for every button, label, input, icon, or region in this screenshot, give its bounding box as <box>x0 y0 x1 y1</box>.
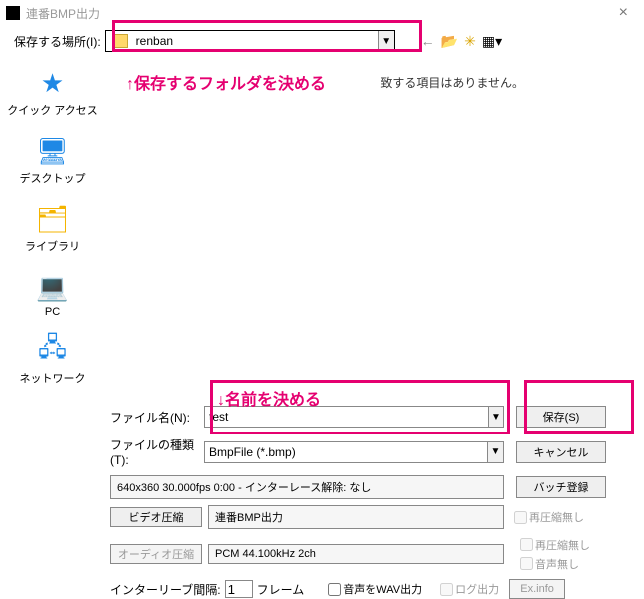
empty-message: 致する項目はありません。 <box>380 74 524 91</box>
save-location-label: 保存する場所(I): <box>14 33 101 50</box>
wav-output-check[interactable]: 音声をWAV出力 <box>324 580 422 599</box>
pc-icon: 💻 <box>35 272 71 302</box>
cancel-button[interactable]: キャンセル <box>516 441 606 463</box>
sidebar-item-desktop[interactable]: 🖥 デスクトップ <box>0 136 105 186</box>
back-icon[interactable]: ← <box>421 33 435 49</box>
window-title: 連番BMP出力 <box>26 5 609 22</box>
audio-codec-value: PCM 44.100kHz 2ch <box>208 544 504 564</box>
filename-dropdown[interactable]: ▼ <box>488 407 503 427</box>
annotation-name-hint: ↓名前を決める <box>217 386 321 410</box>
audio-compress-button: オーディオ圧縮 <box>110 544 202 564</box>
interleave-input[interactable] <box>225 580 253 598</box>
sidebar-item-quickaccess[interactable]: ★ クイック アクセス <box>0 68 105 118</box>
batch-button[interactable]: バッチ登録 <box>516 476 606 498</box>
up-folder-icon[interactable]: 📂 <box>441 33 458 50</box>
status-info: 640x360 30.000fps 0:00 - インターレース解除: なし <box>110 475 504 499</box>
filename-input[interactable] <box>205 410 488 424</box>
network-icon: 🖧 <box>35 336 71 366</box>
libraries-icon: 🗂 <box>35 204 71 234</box>
app-icon <box>6 6 20 20</box>
no-recompress-video-check[interactable]: 再圧縮無し <box>510 508 584 527</box>
filetype-dropdown[interactable]: ▼ <box>487 442 503 462</box>
video-compress-button[interactable]: ビデオ圧縮 <box>110 507 202 527</box>
folder-combo[interactable]: renban ▼ <box>105 30 395 52</box>
filetype-value: BmpFile (*.bmp) <box>205 445 487 459</box>
interleave-frame: フレーム <box>257 581 305 598</box>
desktop-icon: 🖥 <box>35 136 71 166</box>
no-audio-check[interactable]: 音声無し <box>516 554 590 573</box>
sidebar-item-libraries[interactable]: 🗂 ライブラリ <box>0 204 105 254</box>
places-sidebar: ★ クイック アクセス 🖥 デスクトップ 🗂 ライブラリ 💻 PC 🖧 ネットワ… <box>0 56 105 392</box>
filename-label: ファイル名(N): <box>110 409 204 426</box>
sidebar-item-network[interactable]: 🖧 ネットワーク <box>0 336 105 386</box>
star-icon: ★ <box>35 68 71 98</box>
folder-combo-text: renban <box>134 34 378 48</box>
video-codec-value: 連番BMP出力 <box>208 505 504 529</box>
log-output-check[interactable]: ログ出力 <box>436 580 499 599</box>
view-menu-icon[interactable]: ▦▾ <box>482 33 502 50</box>
filetype-label: ファイルの種類(T): <box>110 436 204 467</box>
no-recompress-audio-check[interactable]: 再圧縮無し <box>516 535 590 554</box>
interleave-label: インターリーブ間隔: <box>110 581 221 598</box>
close-button[interactable]: × <box>609 4 638 22</box>
exinfo-button: Ex.info <box>509 579 565 599</box>
save-button[interactable]: 保存(S) <box>516 406 606 428</box>
sidebar-item-pc[interactable]: 💻 PC <box>0 272 105 318</box>
file-list-area[interactable]: 致する項目はありません。 <box>105 56 644 392</box>
folder-icon <box>112 34 128 48</box>
chevron-down-icon[interactable]: ▼ <box>378 31 394 51</box>
new-folder-icon[interactable]: ✳ <box>464 33 476 50</box>
